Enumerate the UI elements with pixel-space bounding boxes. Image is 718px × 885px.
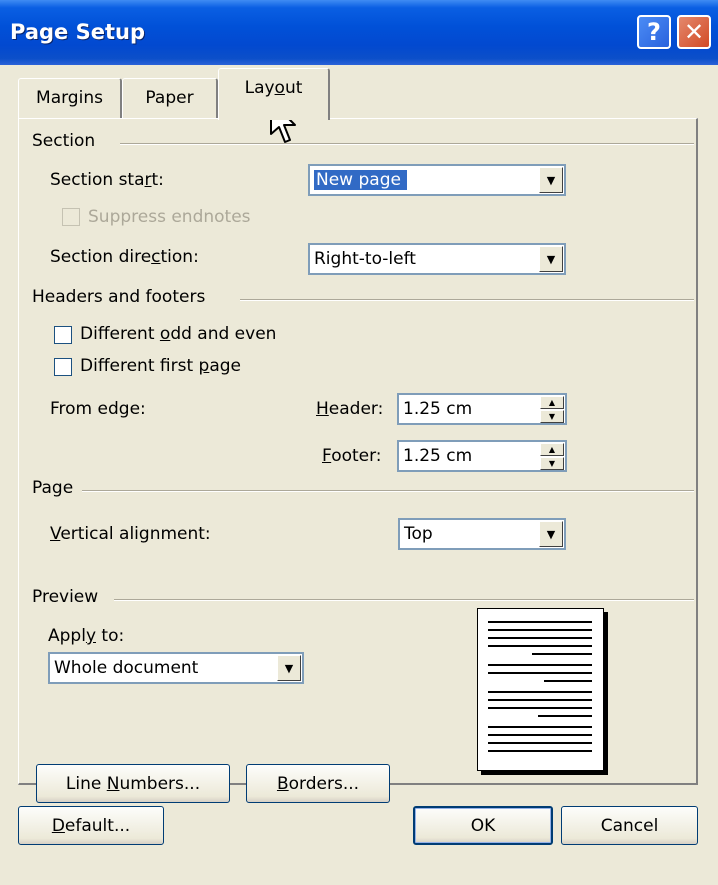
apply-to-select[interactable]: Whole document ▼ [48,652,304,684]
preview-line [488,691,592,693]
page-divider [82,490,694,492]
footer-distance-value: 1.25 cm [403,446,473,466]
cancel-button-label: Cancel [600,815,659,836]
suppress-endnotes-checkbox[interactable] [62,208,80,226]
section-start-select[interactable]: New page ▼ [308,164,566,196]
different-first-page-checkbox[interactable] [54,358,72,376]
preview-line [488,629,592,631]
chevron-down-icon[interactable]: ▼ [539,246,563,272]
preview-divider [114,599,694,601]
apply-to-value: Whole document [54,658,199,678]
section-direction-select[interactable]: Right-to-left ▼ [308,243,566,275]
footer-label: Footer: [322,446,382,466]
preview-line [488,726,592,728]
default-button[interactable]: Default... [18,806,164,845]
preview-line [532,653,592,655]
line-numbers-button[interactable]: Line Numbers... [36,764,230,803]
title-bar[interactable]: Page Setup ? ✕ [0,0,718,65]
preview-line [488,664,592,666]
preview-line [488,672,592,674]
headers-footers-group-label: Headers and footers [32,287,206,307]
preview-line [488,707,592,709]
section-group-label: Section [32,131,104,151]
preview-line [544,680,592,682]
section-start-label: Section start: [50,170,164,190]
spin-up-icon[interactable]: ▲ [540,443,564,456]
header-distance-value: 1.25 cm [403,399,473,419]
tab-margins[interactable]: Margins [18,78,122,118]
borders-button-label: Borders... [276,773,360,794]
chevron-down-icon[interactable]: ▼ [539,167,563,193]
preview-line [538,715,592,717]
different-odd-even-label: Different odd and even [80,324,277,344]
section-start-value: New page [314,170,407,190]
chevron-down-icon[interactable]: ▼ [539,521,563,547]
preview-line [488,621,592,623]
preview-line [488,699,592,701]
preview-line [488,645,592,647]
line-numbers-button-label: Line Numbers... [65,773,201,794]
default-button-label: Default... [51,815,131,836]
ok-button[interactable]: OK [413,806,553,845]
spin-down-icon[interactable]: ▼ [540,410,564,423]
tab-layout-label: Layout [244,78,303,98]
page-preview-image [477,608,604,771]
close-button[interactable]: ✕ [677,15,711,49]
preview-line [488,637,592,639]
header-distance-stepper[interactable]: 1.25 cm ▲ ▼ [397,393,567,425]
spin-down-icon[interactable]: ▼ [540,457,564,470]
cancel-button[interactable]: Cancel [561,806,698,845]
vertical-alignment-select[interactable]: Top ▼ [398,518,566,550]
header-label: Header: [316,399,384,419]
preview-line [488,742,592,744]
close-icon: ✕ [683,18,705,46]
page-group-label: Page [32,478,74,498]
section-direction-label: Section direction: [50,247,199,267]
help-button[interactable]: ? [637,15,671,49]
ok-button-label: OK [470,815,496,836]
borders-button[interactable]: Borders... [246,764,390,803]
footer-distance-stepper[interactable]: 1.25 cm ▲ ▼ [397,440,567,472]
tab-paper-label: Paper [145,88,194,108]
preview-line [488,750,592,752]
different-odd-even-checkbox[interactable] [54,326,72,344]
preview-line [488,734,592,736]
tab-layout[interactable]: Layout [218,68,330,120]
apply-to-label: Apply to: [48,626,125,646]
different-first-page-label: Different first page [80,356,241,376]
chevron-down-icon[interactable]: ▼ [277,655,301,681]
window-title: Page Setup [10,20,145,44]
tab-margins-label: Margins [36,88,103,108]
spin-up-icon[interactable]: ▲ [540,396,564,409]
headers-footers-divider [240,299,694,301]
tab-paper[interactable]: Paper [122,78,218,118]
vertical-alignment-value: Top [404,524,433,544]
suppress-endnotes-label: Suppress endnotes [88,207,251,227]
help-icon: ? [647,18,661,46]
preview-group-label: Preview [32,587,99,607]
from-edge-label: From edge: [50,399,146,419]
vertical-alignment-label: Vertical alignment: [50,524,211,544]
section-direction-value: Right-to-left [314,249,416,269]
section-divider [120,143,694,145]
